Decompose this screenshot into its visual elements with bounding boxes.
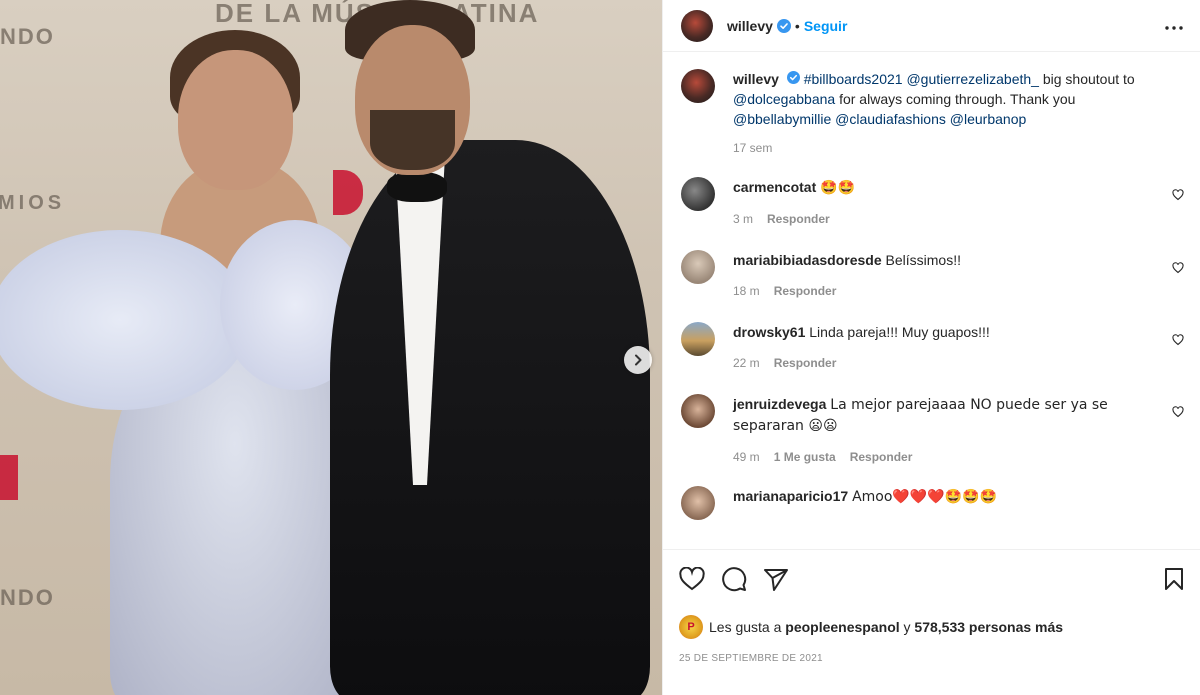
bookmark-icon bbox=[1165, 568, 1183, 590]
author-username[interactable]: willevy bbox=[727, 18, 773, 34]
background-text-left3: NDO bbox=[0, 585, 55, 610]
verified-badge-icon bbox=[776, 18, 791, 33]
comment-item: carmencotat 🤩🤩 3 m Responder bbox=[681, 177, 1184, 226]
man-bowtie bbox=[387, 172, 447, 202]
send-icon bbox=[764, 569, 788, 591]
comment-username[interactable]: drowsky61 bbox=[733, 324, 805, 340]
comment-time[interactable]: 49 m bbox=[733, 450, 760, 464]
comment-username[interactable]: mariabibiadasdoresde bbox=[733, 252, 882, 268]
background-text-left: NDO bbox=[0, 24, 55, 49]
share-button[interactable] bbox=[763, 567, 789, 594]
heart-icon bbox=[1172, 189, 1184, 201]
mention-link[interactable]: @leurbanop bbox=[950, 111, 1027, 127]
comment-like-button[interactable] bbox=[1172, 188, 1184, 204]
reply-button[interactable]: Responder bbox=[850, 450, 913, 464]
comment-text: Linda pareja!!! Muy guapos!!! bbox=[809, 324, 990, 340]
instagram-post-modal: DE LA MÚSICA LATINA NDO MIOS NDO E M wil… bbox=[0, 0, 1200, 695]
more-horizontal-icon bbox=[1165, 25, 1183, 30]
comment-like-button[interactable] bbox=[1172, 333, 1184, 349]
author-avatar[interactable] bbox=[681, 9, 713, 42]
comment-button[interactable] bbox=[721, 566, 747, 595]
likes-summary: P Les gusta a peopleenespanol y 578,533 … bbox=[679, 615, 1184, 639]
post-actions: P Les gusta a peopleenespanol y 578,533 … bbox=[663, 549, 1200, 664]
comment-text: 🤩🤩 bbox=[820, 180, 856, 196]
background-logo-mark bbox=[0, 455, 18, 500]
likes-others[interactable]: 578,533 personas más bbox=[914, 619, 1063, 635]
post-sidebar: willevy • Seguir willevy #billboards2021… bbox=[662, 0, 1200, 695]
mention-link[interactable]: @dolcegabbana bbox=[733, 91, 835, 107]
comment-avatar[interactable] bbox=[681, 177, 715, 211]
hashtag-link[interactable]: #billboards2021 bbox=[804, 71, 903, 87]
liker-username[interactable]: peopleenespanol bbox=[785, 619, 899, 635]
more-options-button[interactable] bbox=[1164, 18, 1184, 34]
comment-text: Belíssimos!! bbox=[885, 252, 961, 268]
mention-link[interactable]: @claudiafashions bbox=[835, 111, 946, 127]
comment-time[interactable]: 22 m bbox=[733, 356, 760, 370]
next-image-button[interactable] bbox=[624, 346, 652, 374]
reply-button[interactable]: Responder bbox=[774, 284, 837, 298]
likes-prefix: Les gusta a bbox=[709, 619, 782, 635]
caption-username[interactable]: willevy bbox=[733, 71, 779, 87]
comment-username[interactable]: carmencotat bbox=[733, 179, 816, 195]
comment-like-button[interactable] bbox=[1172, 261, 1184, 277]
post-image[interactable]: DE LA MÚSICA LATINA NDO MIOS NDO E M bbox=[0, 0, 662, 695]
comment-avatar[interactable] bbox=[681, 486, 715, 520]
caption-text: for always coming through. Thank you bbox=[839, 91, 1076, 107]
reply-button[interactable]: Responder bbox=[767, 212, 830, 226]
comment-time[interactable]: 18 m bbox=[733, 284, 760, 298]
action-icons bbox=[679, 566, 1184, 595]
comment-like-button[interactable] bbox=[1172, 405, 1184, 421]
post-caption: willevy #billboards2021 @gutierrezelizab… bbox=[681, 69, 1184, 129]
chevron-right-icon bbox=[635, 354, 642, 366]
follow-button[interactable]: Seguir bbox=[804, 18, 848, 34]
background-logo-mark-2 bbox=[333, 170, 363, 215]
liker-avatar[interactable]: P bbox=[679, 615, 703, 639]
heart-icon bbox=[1172, 406, 1184, 418]
dress-ruffle-left bbox=[0, 230, 250, 410]
post-date[interactable]: 25 DE SEPTIEMBRE DE 2021 bbox=[679, 653, 1184, 664]
comment-text: Amoo❤️❤️❤️🤩🤩🤩 bbox=[852, 489, 997, 505]
caption-avatar[interactable] bbox=[681, 69, 715, 103]
mention-link[interactable]: @bbellabymillie bbox=[733, 111, 831, 127]
post-header: willevy • Seguir bbox=[663, 0, 1200, 52]
woman-face bbox=[178, 50, 293, 190]
separator-dot: • bbox=[794, 17, 800, 34]
man-beard bbox=[370, 110, 455, 170]
like-button[interactable] bbox=[679, 566, 705, 594]
man-tuxedo bbox=[330, 140, 650, 695]
comment-likes-count[interactable]: 1 Me gusta bbox=[774, 450, 836, 464]
caption-text: big shoutout to bbox=[1042, 71, 1135, 87]
comment-icon bbox=[722, 567, 747, 592]
comment-avatar[interactable] bbox=[681, 250, 715, 284]
mention-link[interactable]: @gutierrezelizabeth_ bbox=[906, 71, 1039, 87]
heart-icon bbox=[679, 566, 705, 591]
comment-item: mariabibiadasdoresde Belíssimos!! 18 m R… bbox=[681, 250, 1184, 298]
caption-timestamp[interactable]: 17 sem bbox=[733, 141, 1184, 155]
comment-username[interactable]: jenruizdevega bbox=[733, 396, 826, 412]
comments-section[interactable]: willevy #billboards2021 @gutierrezelizab… bbox=[663, 53, 1200, 549]
comment-avatar[interactable] bbox=[681, 322, 715, 356]
heart-icon bbox=[1172, 334, 1184, 346]
comment-time[interactable]: 3 m bbox=[733, 212, 753, 226]
comment-item: drowsky61 Linda pareja!!! Muy guapos!!! … bbox=[681, 322, 1184, 370]
reply-button[interactable]: Responder bbox=[774, 356, 837, 370]
comment-avatar[interactable] bbox=[681, 394, 715, 428]
heart-icon bbox=[1172, 262, 1184, 274]
background-text-left2: MIOS bbox=[0, 192, 66, 214]
verified-badge-icon bbox=[786, 71, 800, 84]
comment-item: jenruizdevega La mejor parejaaaa NO pued… bbox=[681, 394, 1184, 464]
comment-username[interactable]: marianaparicio17 bbox=[733, 488, 848, 504]
likes-connector: y bbox=[903, 619, 911, 635]
save-button[interactable] bbox=[1164, 567, 1184, 594]
comment-item: marianaparicio17 Amoo❤️❤️❤️🤩🤩🤩 bbox=[681, 486, 1184, 520]
